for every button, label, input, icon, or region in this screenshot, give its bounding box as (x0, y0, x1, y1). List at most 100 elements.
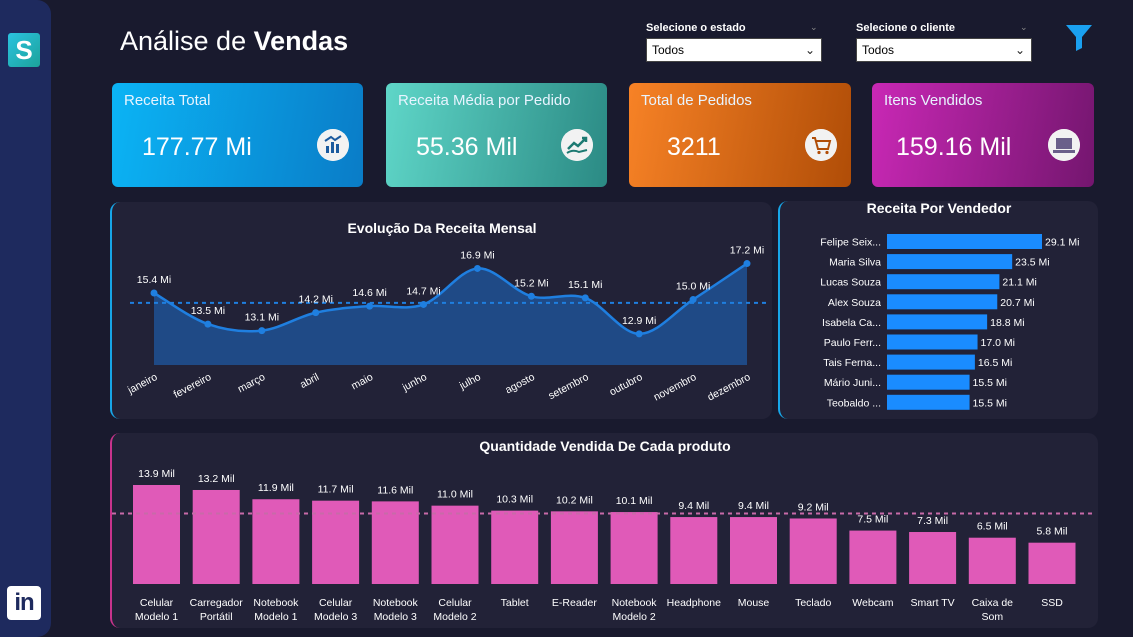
seller-bar (887, 334, 978, 350)
kpi-value: 3211 (667, 133, 721, 161)
data-label: 15.1 Mi (568, 279, 602, 291)
data-point (312, 309, 320, 317)
seller-bar (887, 374, 970, 390)
monthly-revenue-chart: 15.4 Mi janeiro 13.5 Mi fevereiro 13.1 Mi mar… (125, 245, 768, 404)
seller-bar (887, 354, 975, 370)
linkedin-icon[interactable]: in (7, 586, 41, 620)
x-tick-label: Celular (438, 597, 472, 609)
data-label: 11.6 Mil (377, 484, 413, 496)
data-label: 7.3 Mil (917, 515, 948, 527)
data-label: 15.5 Mi (973, 397, 1007, 409)
data-label: 10.1 Mil (616, 495, 653, 507)
seller-bar (887, 314, 988, 330)
data-label: 14.6 Mi (352, 287, 386, 299)
x-tick-label: Modelo 2 (433, 611, 476, 623)
x-tick-label: agosto (503, 371, 537, 396)
data-label: 11.7 Mil (318, 484, 354, 496)
data-label: 29.1 Mi (1045, 237, 1079, 249)
product-bar (610, 512, 658, 584)
chevron-down-icon[interactable]: ⌄ (1020, 22, 1030, 32)
x-tick-label: Teclado (795, 597, 831, 609)
data-label: 5.8 Mil (1037, 526, 1068, 538)
state-select-value: Todos (652, 43, 685, 57)
client-select[interactable]: Todos ⌄ (856, 38, 1032, 62)
kpi-card-receita-media: Receita Média por Pedido 55.36 Mil (386, 83, 607, 187)
product-bar (491, 510, 539, 584)
y-tick-label: Isabela Ca... (822, 317, 881, 329)
kpi-label: Total de Pedidos (641, 92, 752, 109)
data-label: 18.8 Mi (990, 317, 1024, 329)
app-logo[interactable]: S (8, 33, 40, 67)
product-bar (192, 489, 240, 584)
x-tick-label: março (236, 371, 268, 395)
cart-icon (805, 129, 837, 161)
state-filter: Selecione o estado ⌄ Todos ⌄ (646, 20, 822, 62)
x-tick-label: Carregador (190, 597, 244, 609)
x-tick-label: Celular (140, 597, 174, 609)
kpi-value: 177.77 Mi (142, 133, 252, 161)
seller-bar (887, 394, 970, 410)
kpi-card-itens-vendidos: Itens Vendidos 159.16 Mil (872, 83, 1094, 187)
x-tick-label: SSD (1041, 597, 1063, 609)
laptop-icon (1048, 129, 1080, 161)
product-bar (730, 517, 777, 584)
x-tick-label: Portátil (200, 611, 233, 623)
left-sidebar: S in (0, 0, 51, 637)
product-bar (849, 530, 897, 584)
x-tick-label: Modelo 3 (314, 611, 357, 623)
x-tick-label: E-Reader (552, 597, 597, 609)
page-title: Análise de Vendas (120, 26, 349, 56)
seller-bar (887, 274, 1000, 290)
chevron-down-icon[interactable]: ⌄ (810, 22, 820, 32)
product-bar (1028, 542, 1076, 584)
y-tick-label: Lucas Souza (820, 277, 881, 289)
data-point (366, 302, 374, 310)
x-tick-label: Modelo 3 (374, 611, 417, 623)
x-tick-label: Modelo 2 (612, 611, 655, 623)
data-label: 9.4 Mil (738, 500, 769, 512)
data-label: 15.0 Mi (676, 281, 710, 293)
y-tick-label: Paulo Ferr... (824, 337, 881, 349)
data-point (527, 292, 535, 300)
x-tick-label: Tablet (501, 597, 529, 609)
state-select[interactable]: Todos ⌄ (646, 38, 822, 62)
data-label: 20.7 Mi (1000, 297, 1034, 309)
data-point (581, 294, 589, 302)
data-label: 15.5 Mi (973, 377, 1007, 389)
x-tick-label: maio (349, 371, 375, 392)
data-label: 15.2 Mi (514, 277, 548, 289)
x-tick-label: janeiro (125, 371, 159, 397)
data-point (689, 296, 697, 304)
y-tick-label: Maria Silva (829, 257, 881, 269)
data-label: 16.5 Mi (978, 357, 1012, 369)
data-label: 23.5 Mi (1015, 257, 1049, 269)
product-bar (789, 518, 837, 584)
data-label: 9.2 Mil (798, 501, 829, 513)
product-bar (133, 485, 180, 584)
product-bar (431, 505, 479, 584)
data-point (258, 327, 266, 335)
x-tick-label: Headphone (667, 597, 721, 609)
x-tick-label: Modelo 1 (135, 611, 178, 623)
data-label: 13.2 Mil (198, 473, 235, 485)
x-tick-label: Notebook (373, 597, 419, 609)
product-bar (909, 532, 957, 584)
money-chart-icon (317, 129, 349, 161)
data-label: 14.7 Mi (406, 285, 440, 297)
data-label: 16.9 Mi (460, 249, 494, 261)
seller-bar (887, 294, 998, 310)
data-point (473, 264, 481, 272)
filter-funnel-icon[interactable] (1064, 22, 1094, 52)
data-label: 10.3 Mil (496, 494, 533, 506)
x-tick-label: julho (457, 371, 483, 393)
x-tick-label: Celular (319, 597, 353, 609)
data-label: 9.4 Mil (678, 500, 709, 512)
y-tick-label: Mário Juni... (824, 377, 881, 389)
x-tick-label: novembro (652, 371, 699, 404)
data-point (635, 330, 643, 338)
data-label: 15.4 Mi (137, 274, 171, 286)
kpi-value: 55.36 Mil (416, 133, 518, 161)
kpi-value: 159.16 Mil (896, 133, 1012, 161)
data-point (743, 260, 751, 268)
y-tick-label: Alex Souza (828, 297, 881, 309)
